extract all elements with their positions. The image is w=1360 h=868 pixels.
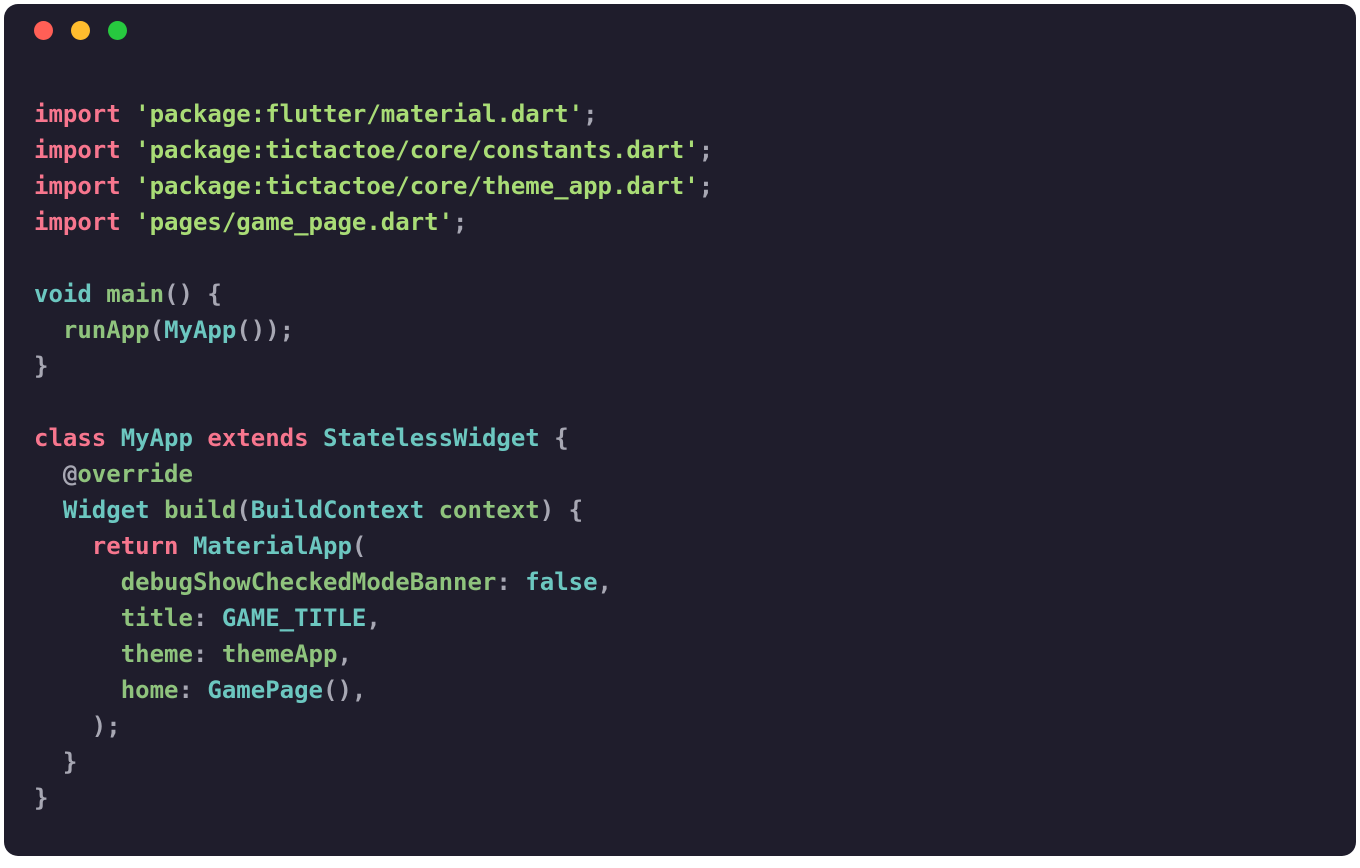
code-token: ; bbox=[699, 136, 713, 164]
code-token: Widget bbox=[63, 496, 150, 524]
code-token bbox=[34, 676, 121, 704]
code-token: 'package:tictactoe/core/constants.dart' bbox=[135, 136, 699, 164]
code-token: context bbox=[439, 496, 540, 524]
code-token: override bbox=[77, 460, 193, 488]
code-token: { bbox=[540, 424, 569, 452]
code-token: ) { bbox=[540, 496, 583, 524]
code-token bbox=[106, 424, 120, 452]
code-token bbox=[34, 568, 121, 596]
code-token: ( bbox=[236, 496, 250, 524]
code-token: theme bbox=[121, 640, 193, 668]
code-token: main bbox=[106, 280, 164, 308]
code-token bbox=[193, 424, 207, 452]
code-token bbox=[34, 604, 121, 632]
code-token: build bbox=[164, 496, 236, 524]
code-token: MaterialApp bbox=[193, 532, 352, 560]
code-token: title bbox=[121, 604, 193, 632]
editor-window: import 'package:flutter/material.dart'; … bbox=[4, 4, 1356, 856]
code-token: ( bbox=[352, 532, 366, 560]
window-titlebar bbox=[4, 4, 1356, 56]
code-token: : bbox=[193, 604, 222, 632]
code-token bbox=[424, 496, 438, 524]
code-token: ; bbox=[699, 172, 713, 200]
code-token: import bbox=[34, 100, 121, 128]
code-token: import bbox=[34, 208, 121, 236]
code-token: 'package:tictactoe/core/theme_app.dart' bbox=[135, 172, 699, 200]
code-token bbox=[34, 316, 63, 344]
code-token: BuildContext bbox=[251, 496, 424, 524]
code-token: GamePage bbox=[207, 676, 323, 704]
code-token: : bbox=[179, 676, 208, 704]
code-block[interactable]: import 'package:flutter/material.dart'; … bbox=[4, 56, 1356, 846]
code-token bbox=[121, 172, 135, 200]
code-token: GAME_TITLE bbox=[222, 604, 367, 632]
code-token: ( bbox=[150, 316, 164, 344]
code-token: false bbox=[525, 568, 597, 596]
code-token bbox=[34, 496, 63, 524]
code-token: , bbox=[337, 640, 351, 668]
code-token: ; bbox=[453, 208, 467, 236]
code-token: ()); bbox=[236, 316, 294, 344]
code-token: , bbox=[598, 568, 612, 596]
code-token: class bbox=[34, 424, 106, 452]
code-token: return bbox=[92, 532, 179, 560]
code-token: themeApp bbox=[222, 640, 338, 668]
code-token bbox=[309, 424, 323, 452]
code-token: (), bbox=[323, 676, 366, 704]
code-token bbox=[121, 136, 135, 164]
code-token: 'pages/game_page.dart' bbox=[135, 208, 453, 236]
code-token bbox=[121, 100, 135, 128]
code-token: runApp bbox=[63, 316, 150, 344]
code-token: } bbox=[34, 784, 48, 812]
code-token: : bbox=[193, 640, 222, 668]
code-token: : bbox=[496, 568, 525, 596]
code-token: import bbox=[34, 136, 121, 164]
code-token: extends bbox=[207, 424, 308, 452]
code-token: } bbox=[34, 352, 48, 380]
minimize-icon[interactable] bbox=[71, 21, 90, 40]
code-token: void bbox=[34, 280, 92, 308]
code-token bbox=[121, 208, 135, 236]
code-token: import bbox=[34, 172, 121, 200]
zoom-icon[interactable] bbox=[108, 21, 127, 40]
code-token: () { bbox=[164, 280, 222, 308]
code-token: @ bbox=[34, 460, 77, 488]
code-token: home bbox=[121, 676, 179, 704]
code-token bbox=[179, 532, 193, 560]
code-token: ; bbox=[583, 100, 597, 128]
code-token: } bbox=[34, 748, 77, 776]
close-icon[interactable] bbox=[34, 21, 53, 40]
code-token: 'package:flutter/material.dart' bbox=[135, 100, 583, 128]
code-token bbox=[34, 532, 92, 560]
code-token: MyApp bbox=[121, 424, 193, 452]
code-token bbox=[150, 496, 164, 524]
code-token: debugShowCheckedModeBanner bbox=[121, 568, 497, 596]
code-token: StatelessWidget bbox=[323, 424, 540, 452]
code-token: MyApp bbox=[164, 316, 236, 344]
code-token: ); bbox=[34, 712, 121, 740]
code-token bbox=[92, 280, 106, 308]
code-token bbox=[34, 640, 121, 668]
code-token: , bbox=[366, 604, 380, 632]
